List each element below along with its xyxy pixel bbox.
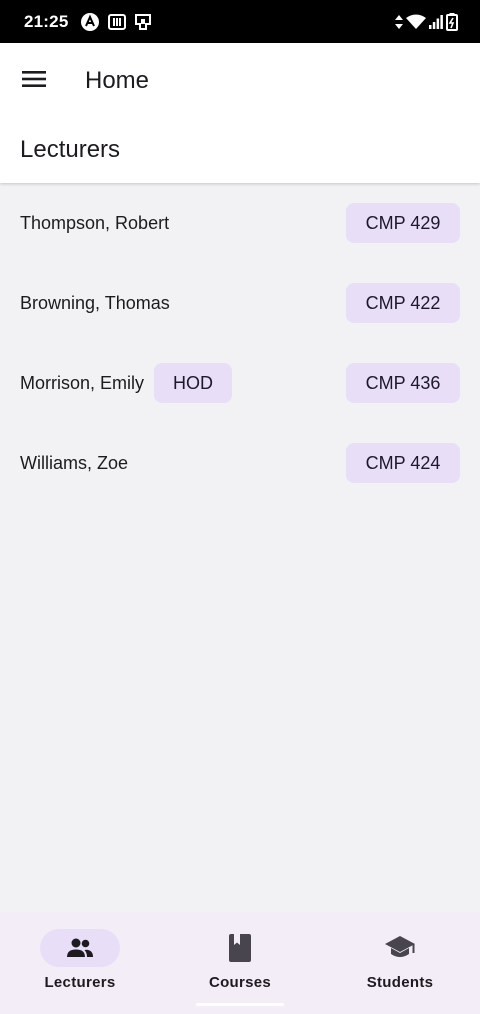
- status-time: 21:25: [24, 11, 69, 31]
- course-chip[interactable]: CMP 424: [346, 443, 460, 483]
- lecturer-name: Browning, Thomas: [20, 292, 170, 313]
- nav-icon-holder: [200, 929, 280, 967]
- status-bar: 21:25: [0, 0, 480, 43]
- top-app-bar: Home Lecturers: [0, 43, 480, 183]
- nav-label: Courses: [208, 974, 272, 991]
- nav-icon-holder: [360, 929, 440, 967]
- course-chip[interactable]: CMP 422: [346, 283, 460, 323]
- list-item[interactable]: Williams, Zoe CMP 424: [0, 423, 480, 503]
- nfc-icon: [108, 13, 127, 30]
- book-icon: [229, 934, 251, 962]
- signal-icon: [429, 14, 443, 29]
- home-indicator: [196, 1003, 284, 1006]
- graduation-cap-icon: [385, 936, 415, 957]
- app-a-icon: [81, 12, 100, 31]
- nav-label: Students: [366, 974, 434, 991]
- bottom-navigation: Lecturers Courses Students: [0, 912, 480, 1014]
- hod-badge: HOD: [154, 363, 233, 403]
- nav-item-lecturers[interactable]: Lecturers: [0, 912, 160, 1014]
- hamburger-menu-icon: [22, 71, 46, 87]
- nav-label: Lecturers: [44, 974, 116, 991]
- data-arrows-icon: [395, 14, 403, 29]
- status-right-icons: [395, 12, 458, 31]
- people-icon: [67, 938, 93, 957]
- list-item[interactable]: Morrison, Emily HOD CMP 436: [0, 343, 480, 423]
- page-title: Home: [85, 67, 150, 94]
- course-chip[interactable]: CMP 436: [346, 363, 460, 403]
- wifi-icon: [406, 14, 426, 29]
- section-title: Lecturers: [20, 136, 121, 163]
- nav-item-students[interactable]: Students: [320, 912, 480, 1014]
- nav-item-courses[interactable]: Courses: [160, 912, 320, 1014]
- list-item[interactable]: Browning, Thomas CMP 422: [0, 263, 480, 343]
- status-left-icons: [80, 12, 152, 32]
- menu-button[interactable]: [14, 59, 54, 99]
- battery-icon: [446, 12, 458, 31]
- sim-icon: [135, 13, 152, 30]
- lecturer-name: Williams, Zoe: [20, 452, 129, 473]
- course-chip[interactable]: CMP 429: [346, 203, 460, 243]
- lecturer-name: Thompson, Robert: [20, 212, 170, 233]
- list-item[interactable]: Thompson, Robert CMP 429: [0, 183, 480, 263]
- lecturer-list: Thompson, Robert CMP 429 Browning, Thoma…: [0, 183, 480, 503]
- lecturer-name: Morrison, Emily: [20, 372, 145, 393]
- nav-active-indicator: [40, 929, 120, 967]
